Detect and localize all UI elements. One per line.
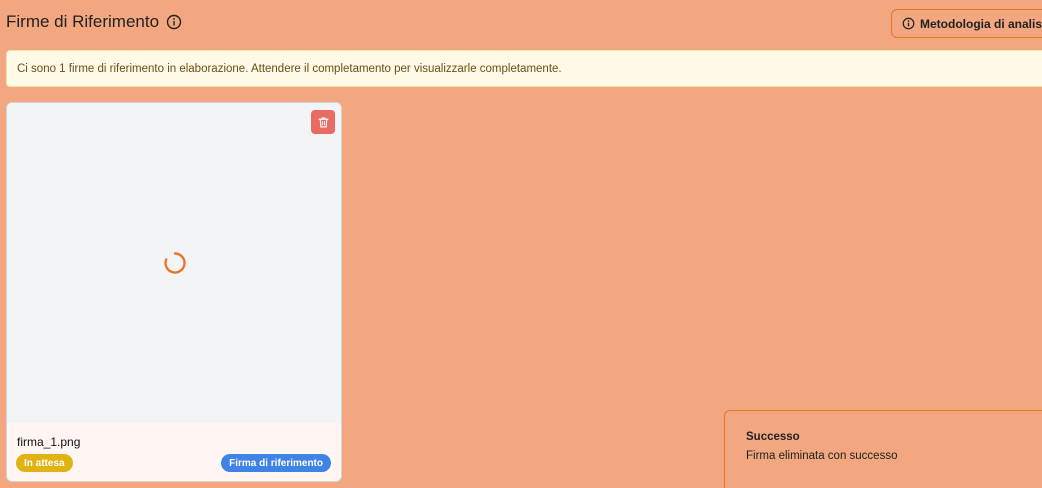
signature-file-name: firma_1.png [17,435,81,449]
methodology-button-label: Metodologia di analisi [920,16,1042,31]
toast-title: Successo [746,431,800,443]
loading-spinner-icon [164,252,186,274]
delete-signature-button[interactable] [311,110,335,134]
page-header: Firme di Riferimento [6,12,182,32]
toast-message: Firma eliminata con successo [746,450,898,462]
alert-message: Ci sono 1 firme di riferimento in elabor… [17,62,562,75]
signature-card[interactable]: firma_1.png In attesa Firma di riferimen… [6,102,342,482]
status-badge: In attesa [16,454,73,472]
info-icon [902,17,915,30]
trash-icon [317,116,329,128]
reference-signatures-page: Firme di Riferimento Metodologia di anal… [0,0,1042,488]
type-badge: Firma di riferimento [221,454,331,472]
signature-preview [7,103,341,423]
processing-alert: Ci sono 1 firme di riferimento in elabor… [6,50,1042,87]
methodology-button[interactable]: Metodologia di analisi [891,9,1042,38]
info-icon[interactable] [166,14,182,30]
success-toast: Successo Firma eliminata con successo [724,410,1042,488]
page-title: Firme di Riferimento [6,12,160,31]
